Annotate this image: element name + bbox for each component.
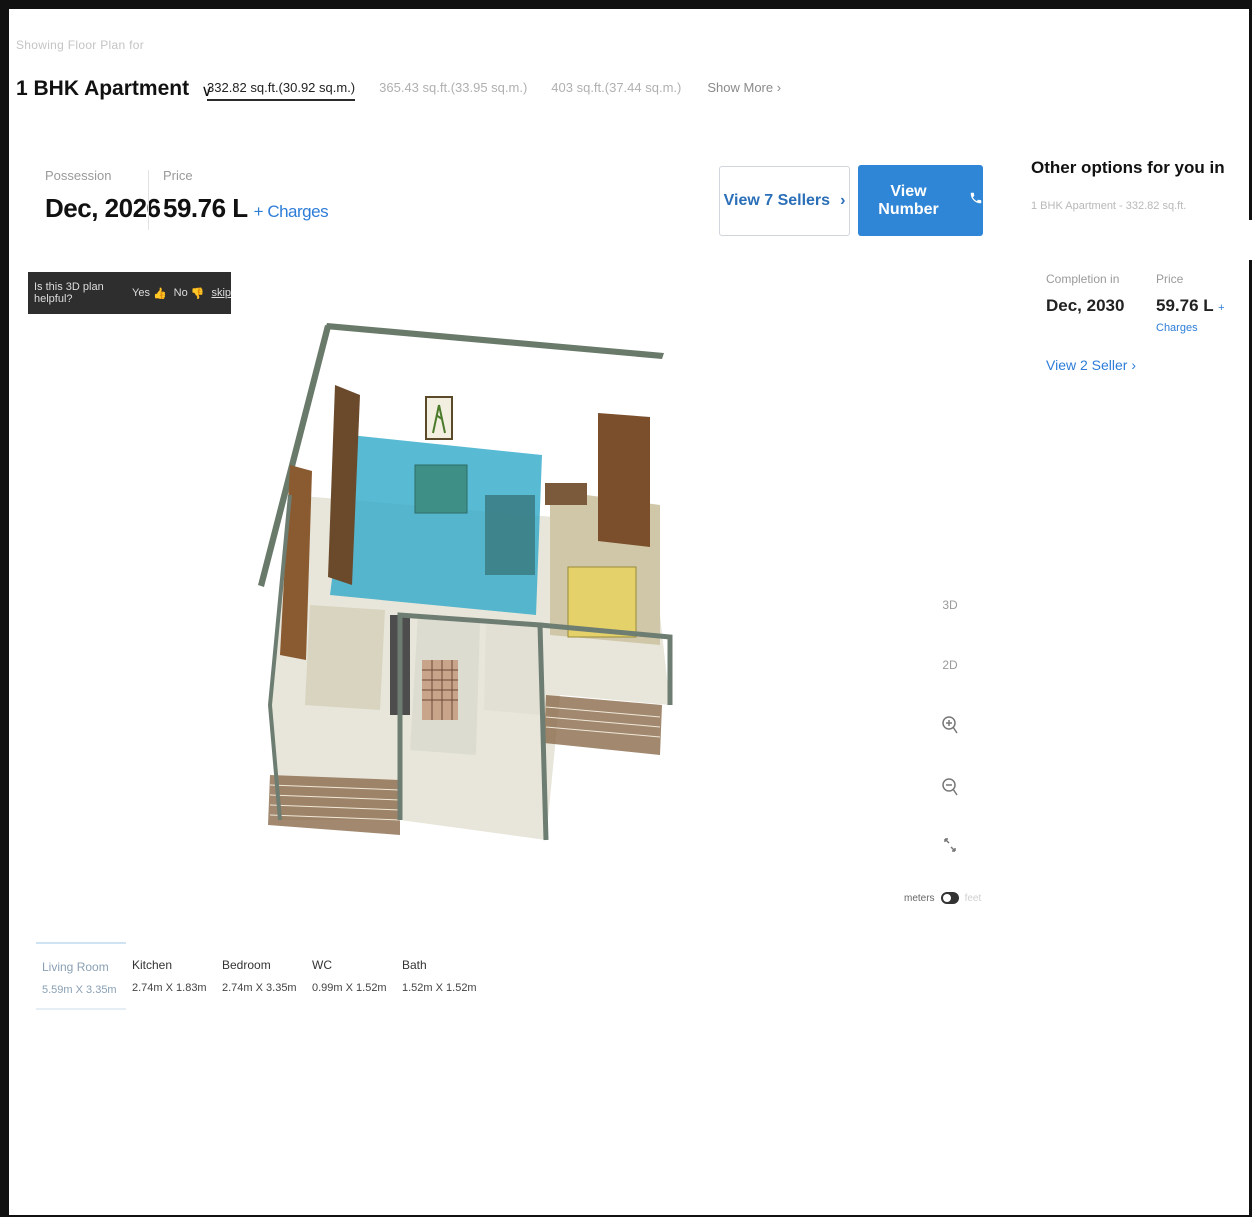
other-price-block: Price 59.76 L + Charges	[1156, 272, 1252, 336]
view-number-label: View Number	[878, 182, 939, 218]
view-3d-button[interactable]: 3D	[930, 598, 970, 612]
room-name: WC	[312, 958, 332, 972]
room-name: Kitchen	[132, 958, 173, 972]
possession-value: Dec, 2026	[45, 193, 161, 223]
size-tab-3[interactable]: 403 sq.ft.(37.44 sq.m.)	[551, 80, 681, 99]
room-living-room[interactable]: Living Room 5.59m X 3.35m	[36, 942, 126, 1010]
plan-wc-floor	[484, 620, 542, 715]
plan-kitchen-floor	[305, 605, 385, 710]
feedback-yes-button[interactable]: Yes 👍	[132, 287, 167, 300]
frame-gap	[1246, 220, 1252, 260]
chevron-right-icon: ›	[776, 80, 782, 95]
size-tab-2[interactable]: 365.43 sq.ft.(33.95 sq.m.)	[379, 80, 527, 99]
room-dimensions: 2.74m X 1.83m	[132, 982, 207, 994]
other-view-sellers-link[interactable]: View 2 Seller ›	[1046, 357, 1136, 373]
other-price-value: 59.76 L	[1156, 296, 1214, 315]
fullscreen-icon[interactable]	[930, 836, 970, 857]
view-2d-button[interactable]: 2D	[930, 658, 970, 672]
plan-wall-top	[325, 323, 664, 359]
plan-wardrobe	[598, 413, 650, 547]
room-wc[interactable]: WC 0.99m X 1.52m	[306, 942, 396, 1010]
size-tabs: 332.82 sq.ft.(30.92 sq.m.) 365.43 sq.ft.…	[207, 80, 781, 101]
feedback-yes-label: Yes	[132, 287, 150, 299]
room-kitchen[interactable]: Kitchen 2.74m X 1.83m	[126, 942, 216, 1010]
feedback-no-button[interactable]: No 👎	[174, 287, 205, 300]
other-completion-block: Completion in Dec, 2030	[1046, 272, 1124, 316]
unit-switch[interactable]	[940, 892, 959, 904]
other-completion-value: Dec, 2030	[1046, 296, 1125, 315]
possession-label: Possession	[45, 168, 112, 183]
plan-desk	[545, 483, 587, 505]
view-number-button[interactable]: View Number	[858, 165, 983, 236]
thumbs-down-icon: 👎	[190, 287, 205, 300]
room-dimensions: 5.59m X 3.35m	[42, 984, 117, 996]
plan-balcony-right	[544, 695, 662, 755]
room-name: Living Room	[42, 960, 109, 974]
meta-divider	[148, 170, 149, 230]
view-sellers-label: View 7 Sellers	[723, 192, 831, 209]
feedback-no-label: No	[173, 287, 188, 299]
possession-block: Possession Dec, 2026	[45, 168, 161, 224]
charges-link[interactable]: + Charges	[254, 202, 329, 221]
price-value-row: 59.76 L + Charges	[163, 193, 329, 224]
thumbs-up-icon: 👍	[152, 287, 167, 300]
room-list: Living Room 5.59m X 3.35m Kitchen 2.74m …	[36, 942, 486, 1010]
config-value: 1 BHK Apartment	[16, 77, 190, 100]
room-dimensions: 1.52m X 1.52m	[402, 982, 477, 994]
show-more-link[interactable]: Show More ›	[707, 80, 781, 95]
chevron-right-icon: ›	[840, 192, 846, 209]
feedback-skip-link[interactable]: skip	[211, 287, 231, 299]
plan-feedback-bar: Is this 3D plan helpful? Yes 👍 No 👎 skip	[28, 272, 231, 314]
room-bedroom[interactable]: Bedroom 2.74m X 3.35m	[216, 942, 306, 1010]
3d-floor-plan[interactable]	[250, 315, 690, 875]
zoom-out-icon[interactable]	[930, 776, 970, 801]
config-dropdown[interactable]: 1 BHK Apartment ∨	[16, 74, 213, 104]
other-price-row: 59.76 L + Charges	[1156, 296, 1252, 336]
price-label: Price	[163, 168, 193, 183]
plan-sofa	[414, 464, 468, 514]
room-dimensions: 0.99m X 1.52m	[312, 982, 387, 994]
show-more-label: Show More	[707, 80, 774, 95]
floor-plan-render	[258, 323, 673, 841]
other-price-label: Price	[1156, 272, 1184, 286]
price-block: Price 59.76 L + Charges	[163, 168, 329, 224]
showing-label: Showing Floor Plan for	[16, 38, 144, 52]
zoom-in-icon[interactable]	[930, 714, 970, 739]
price-value: 59.76 L	[163, 193, 248, 223]
plan-balcony-left	[268, 775, 400, 835]
unit-toggle: meters feet	[904, 892, 981, 904]
other-options-subtitle: 1 BHK Apartment - 332.82 sq.ft.	[1031, 200, 1187, 212]
room-bath[interactable]: Bath 1.52m X 1.52m	[396, 942, 486, 1010]
room-name: Bedroom	[222, 958, 271, 972]
other-completion-label: Completion in	[1046, 272, 1120, 286]
room-dimensions: 2.74m X 3.35m	[222, 982, 297, 994]
feedback-question: Is this 3D plan helpful?	[34, 281, 104, 305]
size-tab-1[interactable]: 332.82 sq.ft.(30.92 sq.m.)	[207, 80, 356, 101]
unit-meters-label: meters	[904, 892, 935, 904]
chevron-right-icon: ›	[1131, 357, 1137, 373]
view-sellers-button[interactable]: View 7 Sellers ›	[719, 166, 850, 236]
phone-icon	[969, 191, 983, 210]
plan-dining	[485, 495, 535, 575]
other-options-title: Other options for you in	[1031, 158, 1225, 177]
other-view-sellers-label: View 2 Seller	[1046, 357, 1128, 373]
room-name: Bath	[402, 958, 427, 972]
unit-feet-label: feet	[964, 892, 982, 904]
